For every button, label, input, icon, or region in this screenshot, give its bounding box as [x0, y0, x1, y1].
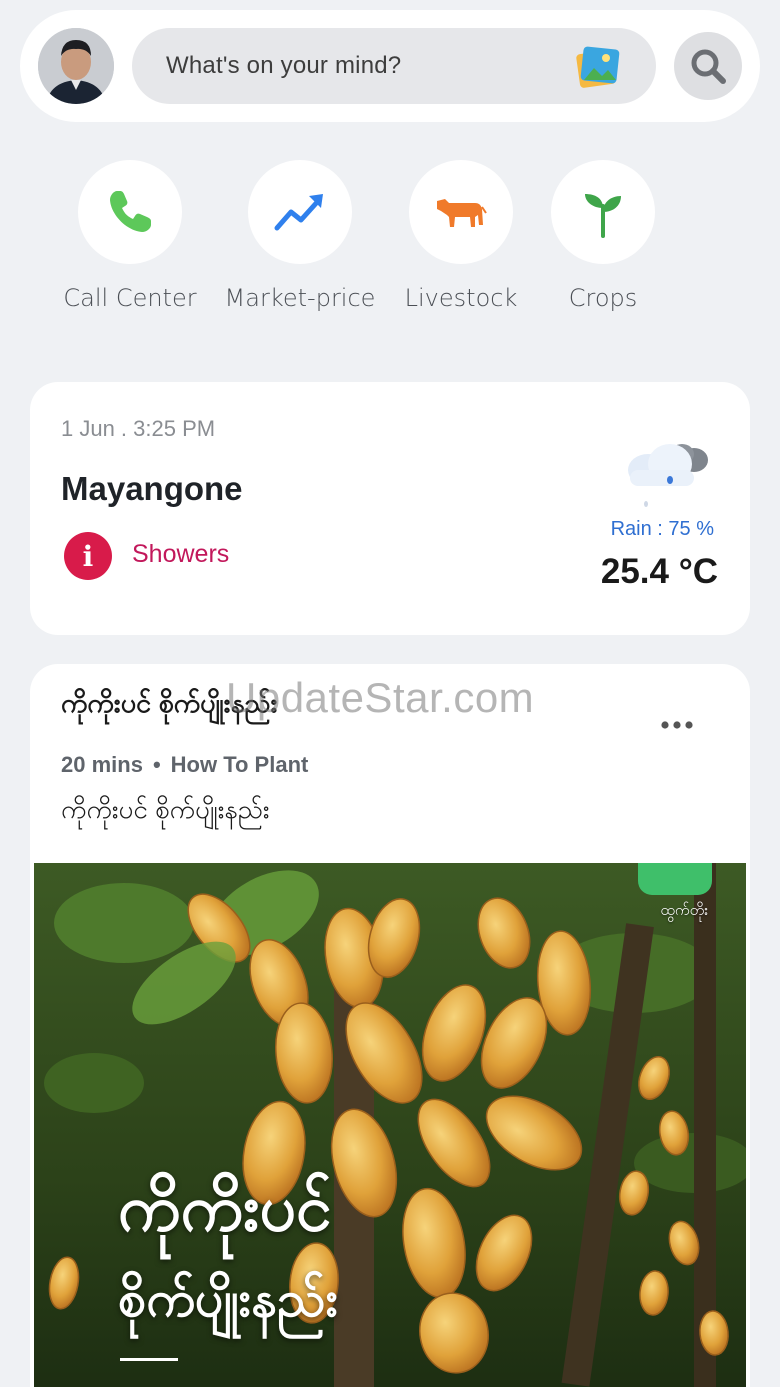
separator-dot: •: [152, 752, 161, 777]
image-icon[interactable]: [576, 46, 620, 88]
quick-action-call-center[interactable]: Call Center: [63, 160, 197, 312]
call-center-button[interactable]: [78, 160, 182, 264]
image-caption-line1: ကိုကိုးပင်: [118, 1172, 332, 1244]
sprout-icon: [585, 194, 621, 238]
status-input-placeholder: What's on your mind?: [166, 52, 402, 79]
cloud-rain-icon: [628, 444, 708, 507]
rain-chance: Rain : 75 %: [610, 518, 714, 540]
avatar[interactable]: [38, 28, 114, 104]
image-caption-line2: စိုက်ပျိုးနည်း: [118, 1271, 339, 1327]
post-category[interactable]: How To Plant: [171, 752, 309, 777]
post-subtitle: ကိုကိုးပင် စိုက်ပျိုးနည်း: [61, 794, 270, 824]
weather-card[interactable]: 1 Jun . 3:25 PM Mayangone i Showers Rain…: [30, 382, 750, 635]
post-meta: 20 mins • How To Plant: [61, 752, 308, 778]
search-button[interactable]: [674, 32, 742, 100]
brand-logo-text: ထွက်တိုး: [660, 902, 708, 919]
market-price-button[interactable]: [248, 160, 352, 264]
temperature: 25.4 °C: [600, 552, 718, 591]
weather-condition: Showers: [132, 540, 230, 568]
weather-location: Mayangone: [61, 470, 243, 507]
livestock-button[interactable]: [409, 160, 513, 264]
app-screen: What's on your mind? Call Center Market-…: [0, 0, 780, 1387]
crops-label: Crops: [568, 284, 638, 312]
phone-icon: [110, 191, 151, 232]
livestock-label: Livestock: [404, 284, 518, 312]
watermark: UpdateStar.com: [226, 674, 535, 721]
trend-up-icon: [274, 194, 323, 231]
brand-logo: [638, 863, 712, 895]
post-duration: 20 mins: [61, 752, 143, 777]
quick-action-livestock[interactable]: Livestock: [405, 160, 517, 312]
post-composer: What's on your mind?: [20, 10, 760, 122]
post-image[interactable]: ထွက်တိုး ကိုကိုးပင် စိုက်ပျိုးနည်း: [34, 863, 746, 1387]
weather-datetime: 1 Jun . 3:25 PM: [61, 416, 216, 441]
status-input[interactable]: What's on your mind?: [132, 28, 656, 104]
info-icon: i: [64, 532, 112, 580]
crops-button[interactable]: [551, 160, 655, 264]
quick-action-market-price[interactable]: Market-price: [225, 160, 375, 312]
cow-icon: [437, 199, 487, 227]
market-price-label: Market-price: [224, 284, 376, 312]
search-icon: [691, 49, 726, 84]
caption-underline: [120, 1358, 178, 1361]
quick-action-crops[interactable]: Crops: [551, 160, 655, 312]
post-card[interactable]: ကိုကိုးပင် စိုက်ပျိုးနည်း UpdateStar.com…: [30, 664, 750, 1387]
call-center-label: Call Center: [63, 284, 197, 312]
more-options-icon[interactable]: [660, 720, 694, 730]
